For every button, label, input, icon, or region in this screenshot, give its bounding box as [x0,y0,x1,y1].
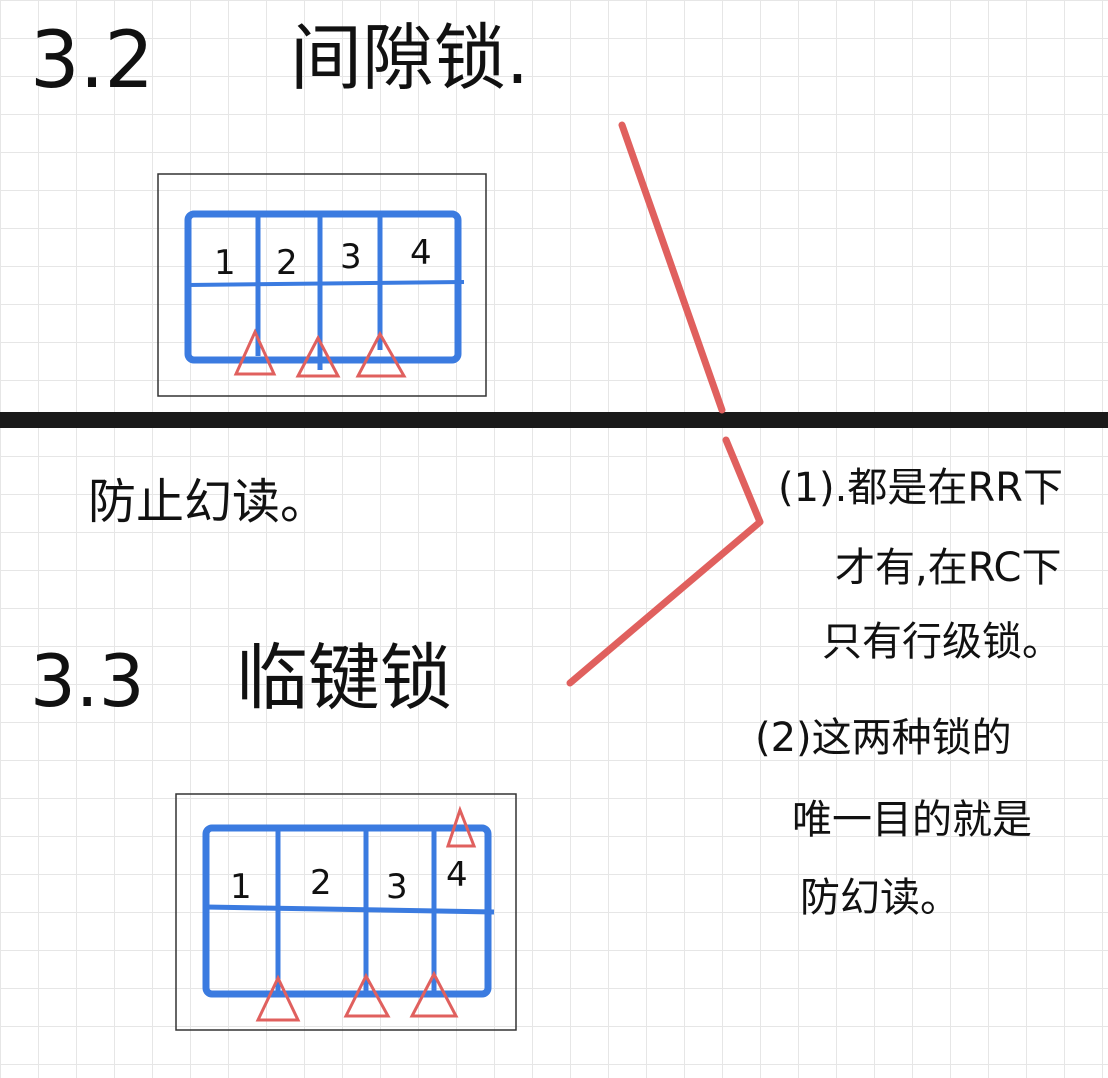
table-cell: 2 [310,863,332,903]
table-row-divider [205,904,495,915]
diagram-canvas: 1 2 3 4 1 2 3 4 [0,121,1108,1031]
table-cell: 4 [446,855,468,895]
table-cell: 4 [410,233,432,273]
table-cell: 3 [340,237,362,277]
connector-line-lower [566,436,764,687]
table-cell: 1 [230,867,252,907]
next-key-lock-table: 1 2 3 4 [175,793,517,1031]
table-cell: 2 [276,243,298,283]
table-cell: 1 [214,243,236,283]
section-divider [0,412,1108,428]
connector-line [618,121,726,414]
gap-lock-marker [233,328,277,376]
table-cell: 3 [386,867,408,907]
gap-lock-table: 1 2 3 4 [157,173,487,397]
